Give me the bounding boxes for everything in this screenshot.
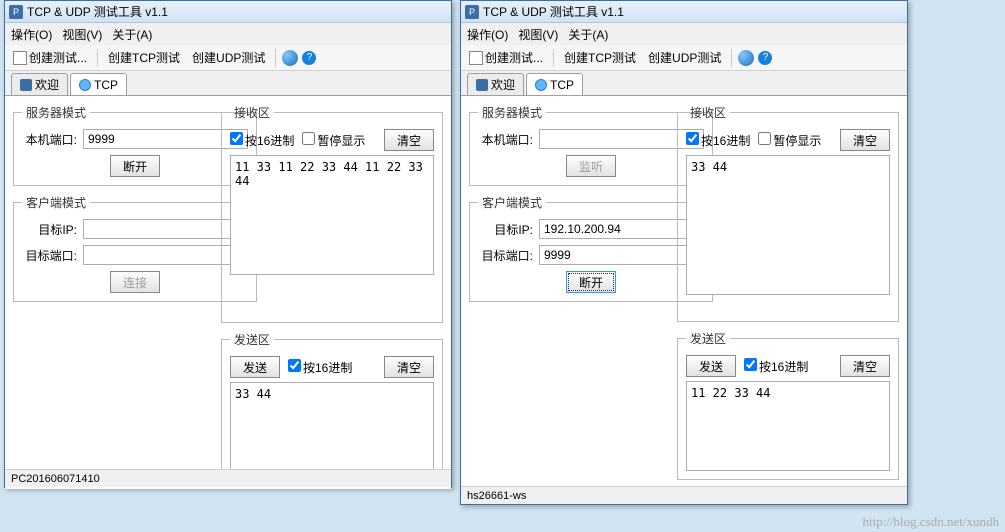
window-title: TCP & UDP 测试工具 v1.1 — [483, 3, 624, 20]
create-tcp-button[interactable]: 创建TCP测试 — [560, 47, 640, 68]
send-button[interactable]: 发送 — [230, 356, 280, 378]
watermark: http://blog.csdn.net/xundh — [863, 514, 1000, 530]
doc-icon — [13, 51, 27, 65]
tab-welcome[interactable]: 欢迎 — [11, 73, 68, 95]
tab-tcp[interactable]: TCP — [70, 73, 127, 95]
recv-group: 接收区 按16进制 暂停显示 清空 — [221, 104, 443, 323]
server-mode-legend: 服务器模式 — [478, 104, 546, 121]
menu-view[interactable]: 视图(V) — [518, 26, 558, 43]
recv-textarea[interactable] — [230, 155, 434, 275]
create-tcp-button[interactable]: 创建TCP测试 — [104, 47, 184, 68]
recv-group: 接收区 按16进制 暂停显示 清空 — [677, 104, 899, 322]
menu-about[interactable]: 关于(A) — [112, 26, 152, 43]
titlebar[interactable]: P TCP & UDP 测试工具 v1.1 — [5, 1, 451, 23]
toolbar: 创建测试... 创建TCP测试 创建UDP测试 ? — [461, 45, 907, 71]
recv-clear-button[interactable]: 清空 — [384, 129, 434, 151]
globe-icon[interactable] — [282, 50, 298, 66]
pause-checkbox-label[interactable]: 暂停显示 — [302, 132, 365, 149]
listen-button: 监听 — [566, 155, 616, 177]
send-textarea[interactable] — [686, 381, 890, 471]
target-port-label: 目标端口: — [478, 247, 533, 264]
create-test-button[interactable]: 创建测试... — [9, 47, 91, 68]
send-hex-checkbox[interactable] — [288, 359, 301, 372]
menubar: 操作(O) 视图(V) 关于(A) — [5, 23, 451, 45]
send-hex-label[interactable]: 按16进制 — [744, 358, 808, 375]
send-button[interactable]: 发送 — [686, 355, 736, 377]
welcome-icon — [476, 79, 488, 91]
target-ip-label: 目标IP: — [22, 221, 77, 238]
send-textarea[interactable] — [230, 382, 434, 472]
help-icon[interactable]: ? — [302, 51, 316, 65]
create-udp-button[interactable]: 创建UDP测试 — [188, 47, 269, 68]
tabs: 欢迎 TCP — [5, 71, 451, 95]
globe-icon[interactable] — [738, 50, 754, 66]
menu-view[interactable]: 视图(V) — [62, 26, 102, 43]
hex-checkbox[interactable] — [230, 132, 243, 145]
separator — [553, 49, 554, 67]
status-text: PC201606071410 — [11, 473, 100, 485]
welcome-icon — [20, 79, 32, 91]
hex-checkbox-label[interactable]: 按16进制 — [686, 132, 750, 149]
recv-textarea[interactable] — [686, 155, 890, 295]
tcp-icon — [79, 79, 91, 91]
separator — [97, 49, 98, 67]
statusbar: PC201606071410 — [5, 469, 451, 487]
server-mode-legend: 服务器模式 — [22, 104, 90, 121]
pause-checkbox-label[interactable]: 暂停显示 — [758, 132, 821, 149]
target-port-label: 目标端口: — [22, 247, 77, 264]
create-udp-button[interactable]: 创建UDP测试 — [644, 47, 725, 68]
window-left: P TCP & UDP 测试工具 v1.1 操作(O) 视图(V) 关于(A) … — [4, 0, 452, 488]
tabs: 欢迎 TCP — [461, 71, 907, 95]
local-port-label: 本机端口: — [478, 131, 533, 148]
window-right: P TCP & UDP 测试工具 v1.1 操作(O) 视图(V) 关于(A) … — [460, 0, 908, 505]
send-hex-label[interactable]: 按16进制 — [288, 359, 352, 376]
separator — [275, 49, 276, 67]
status-text: hs26661-ws — [467, 490, 526, 502]
help-icon[interactable]: ? — [758, 51, 772, 65]
create-test-button[interactable]: 创建测试... — [465, 47, 547, 68]
disconnect-button[interactable]: 断开 — [110, 155, 160, 177]
send-hex-checkbox[interactable] — [744, 358, 757, 371]
pause-checkbox[interactable] — [302, 132, 315, 145]
doc-icon — [469, 51, 483, 65]
connect-button: 连接 — [110, 271, 160, 293]
local-port-label: 本机端口: — [22, 131, 77, 148]
send-group: 发送区 发送 按16进制 清空 — [221, 331, 443, 481]
app-icon: P — [9, 5, 23, 19]
toolbar: 创建测试... 创建TCP测试 创建UDP测试 ? — [5, 45, 451, 71]
menu-ops[interactable]: 操作(O) — [11, 26, 52, 43]
titlebar[interactable]: P TCP & UDP 测试工具 v1.1 — [461, 1, 907, 23]
hex-checkbox[interactable] — [686, 132, 699, 145]
client-mode-legend: 客户端模式 — [22, 194, 90, 211]
pause-checkbox[interactable] — [758, 132, 771, 145]
send-group: 发送区 发送 按16进制 清空 — [677, 330, 899, 480]
separator — [731, 49, 732, 67]
app-icon: P — [465, 5, 479, 19]
statusbar: hs26661-ws — [461, 486, 907, 504]
tcp-icon — [535, 79, 547, 91]
content-area: 服务器模式 本机端口: 监听 客户端模式 目标IP: 目标端口: 断开 — [461, 95, 907, 488]
client-mode-legend: 客户端模式 — [478, 194, 546, 211]
send-clear-button[interactable]: 清空 — [384, 356, 434, 378]
send-legend: 发送区 — [686, 330, 730, 347]
menu-about[interactable]: 关于(A) — [568, 26, 608, 43]
content-area: 服务器模式 本机端口: 断开 客户端模式 目标IP: 目标端口: 连接 — [5, 95, 451, 489]
menu-ops[interactable]: 操作(O) — [467, 26, 508, 43]
send-legend: 发送区 — [230, 331, 274, 348]
hex-checkbox-label[interactable]: 按16进制 — [230, 132, 294, 149]
window-title: TCP & UDP 测试工具 v1.1 — [27, 3, 168, 20]
disconnect-button[interactable]: 断开 — [566, 271, 616, 293]
tab-tcp[interactable]: TCP — [526, 73, 583, 95]
target-ip-label: 目标IP: — [478, 221, 533, 238]
send-clear-button[interactable]: 清空 — [840, 355, 890, 377]
menubar: 操作(O) 视图(V) 关于(A) — [461, 23, 907, 45]
tab-welcome[interactable]: 欢迎 — [467, 73, 524, 95]
recv-clear-button[interactable]: 清空 — [840, 129, 890, 151]
recv-legend: 接收区 — [686, 104, 730, 121]
recv-legend: 接收区 — [230, 104, 274, 121]
